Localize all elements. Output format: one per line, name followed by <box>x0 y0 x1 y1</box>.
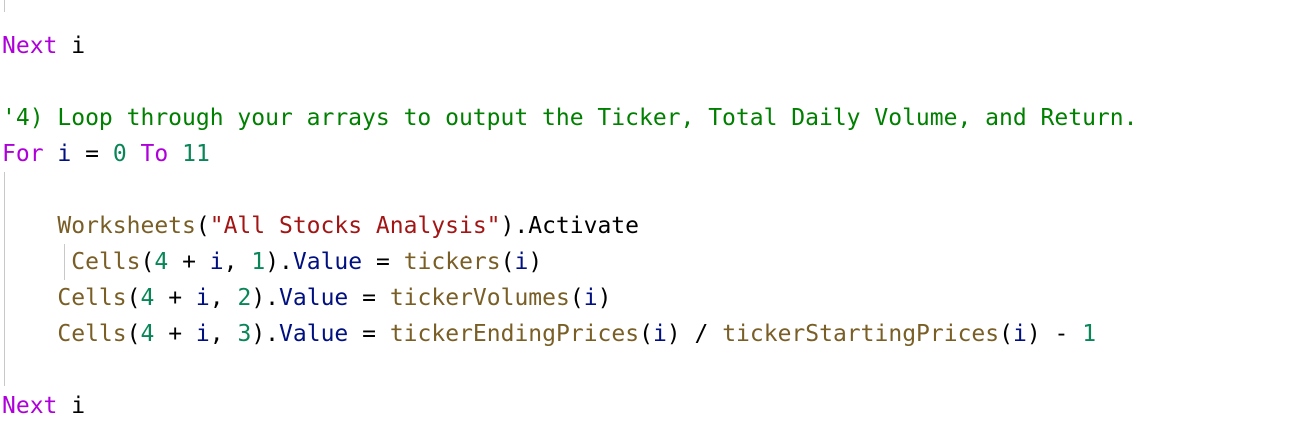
code-token: i <box>195 321 210 347</box>
code-token: ( <box>195 213 210 239</box>
code-line-activate[interactable]: Worksheets("All Stocks Analysis").Activa… <box>2 208 639 244</box>
code-token: Value <box>279 285 349 311</box>
code-line-cells-tickers[interactable]: Cells(4 + i, 1).Value = tickers(i) <box>2 244 542 280</box>
code-token: ( <box>126 285 141 311</box>
code-token: ). <box>251 321 280 347</box>
code-token: ) <box>528 249 543 275</box>
code-token: tickers <box>403 249 501 275</box>
code-token: To <box>140 141 169 167</box>
code-token: 4 <box>154 249 169 275</box>
code-line-cells-return[interactable]: Cells(4 + i, 3).Value = tickerEndingPric… <box>2 316 1096 352</box>
code-token: ( <box>126 321 141 347</box>
code-token: + <box>154 321 196 347</box>
code-token: ) / <box>666 321 723 347</box>
code-token: Cells <box>71 249 141 275</box>
code-token: Worksheets <box>57 213 196 239</box>
code-token: ( <box>639 321 653 347</box>
code-token: ). <box>265 249 293 275</box>
code-token: i <box>583 285 598 311</box>
code-token: Cells <box>57 285 127 311</box>
code-token: Next <box>2 393 58 419</box>
code-token: ).Activate <box>500 213 640 239</box>
code-token: = <box>362 249 404 275</box>
code-token: ( <box>999 321 1013 347</box>
code-token: tickerVolumes <box>389 285 570 311</box>
code-token: + <box>168 249 210 275</box>
code-token: Value <box>279 321 349 347</box>
code-token: i <box>71 393 86 419</box>
code-token: i <box>652 321 667 347</box>
code-token: i <box>195 285 210 311</box>
code-token: = <box>348 321 390 347</box>
code-token: For <box>2 141 44 167</box>
code-token: tickerStartingPrices <box>722 321 1000 347</box>
code-token: ) - <box>1026 321 1083 347</box>
code-token: 11 <box>182 141 210 167</box>
code-token: ). <box>251 285 280 311</box>
code-token: ( <box>569 285 584 311</box>
code-token: 4 <box>140 321 155 347</box>
code-token: ( <box>140 249 155 275</box>
code-line-comment[interactable]: '4) Loop through your arrays to output t… <box>2 100 1137 136</box>
code-token: 0 <box>112 141 127 167</box>
code-token: + <box>154 285 196 311</box>
code-token: Value <box>292 249 363 275</box>
code-token: 4 <box>140 285 155 311</box>
code-token: ) <box>597 285 612 311</box>
code-line-cells-volumes[interactable]: Cells(4 + i, 2).Value = tickerVolumes(i) <box>2 280 611 316</box>
code-token: "All Stocks Analysis" <box>209 213 501 239</box>
code-editor[interactable]: Next i '4) Loop through your arrays to o… <box>0 0 1302 442</box>
code-token: 1 <box>1082 321 1097 347</box>
code-token: '4) Loop through your arrays to output t… <box>2 105 1138 131</box>
code-token: 3 <box>237 321 252 347</box>
code-token: i <box>71 33 86 59</box>
code-token: i <box>514 249 529 275</box>
code-token: 2 <box>237 285 252 311</box>
code-token: , <box>209 321 238 347</box>
code-token: i <box>209 249 224 275</box>
code-token: , <box>223 249 252 275</box>
code-token: Next <box>2 33 58 59</box>
code-token: i <box>1013 321 1027 347</box>
code-token: = <box>71 141 113 167</box>
code-token: ( <box>500 249 515 275</box>
code-line-next-i[interactable]: Next i <box>2 28 85 64</box>
code-token: , <box>209 285 238 311</box>
code-token: i <box>57 141 72 167</box>
code-token: tickerEndingPrices <box>389 321 640 347</box>
code-token: 1 <box>251 249 266 275</box>
code-token: Cells <box>57 321 127 347</box>
indent-guide <box>4 0 5 12</box>
code-token: = <box>348 285 390 311</box>
code-line-next-i-end[interactable]: Next i <box>2 388 85 424</box>
code-line-for-loop[interactable]: For i = 0 To 11 <box>2 136 210 172</box>
